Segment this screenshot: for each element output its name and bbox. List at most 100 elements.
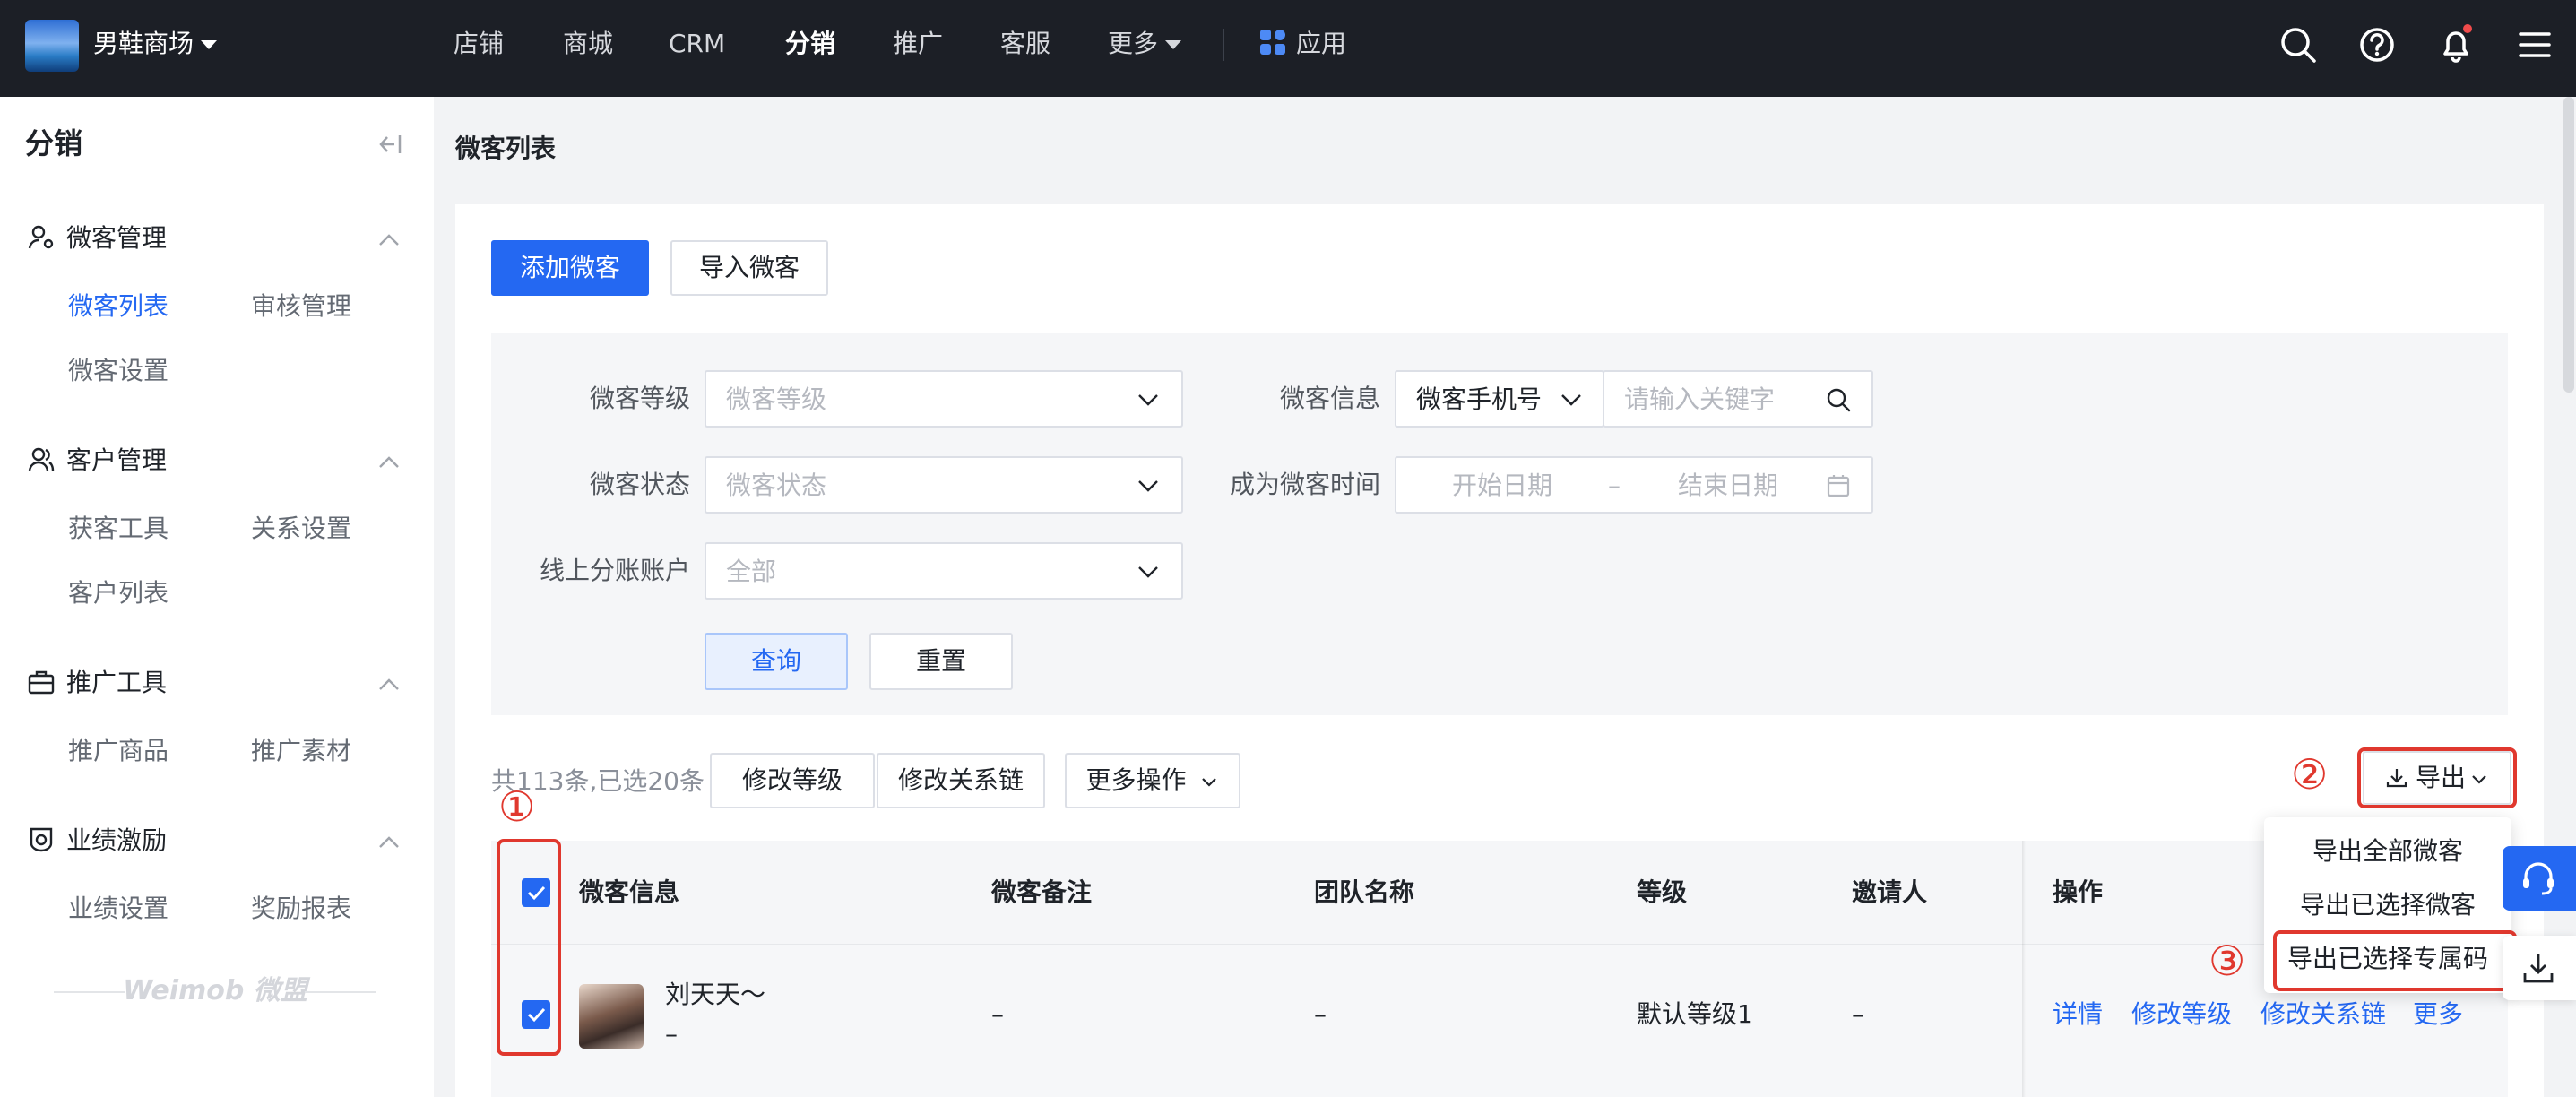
account-filter-label: 线上分账账户 (539, 556, 690, 585)
calendar-icon (1827, 475, 1850, 497)
caret-down-icon (201, 40, 218, 49)
nav-crm[interactable]: CRM (669, 26, 725, 62)
level-filter-label: 微客等级 (589, 384, 690, 413)
modify-chain-link[interactable]: 修改关系链 (2260, 997, 2386, 1032)
nav-mall[interactable]: 商城 (563, 26, 613, 62)
more-operations-button[interactable]: 更多操作 (1065, 753, 1240, 808)
level-select[interactable]: 微客等级 (705, 370, 1183, 428)
sidebar-group-weike[interactable]: 微客管理 (27, 220, 167, 256)
toolbox-icon (28, 670, 55, 695)
nav-more[interactable]: 更多 (1108, 26, 1182, 62)
table-row: 刘天天～ – – – 默认等级1 – 详情 修改等级 修改关系链 更多 (491, 945, 2508, 1097)
export-selected-option[interactable]: 导出已选择微客 (2264, 887, 2511, 923)
weike-name: 刘天天～ (665, 980, 766, 1009)
import-weike-button[interactable]: 导入微客 (670, 240, 828, 296)
sidebar-item-promo-goods[interactable]: 推广商品 (68, 733, 169, 769)
chevron-up-icon[interactable] (375, 828, 403, 857)
sidebar-group-label: 微客管理 (66, 223, 168, 253)
headset-icon (2523, 862, 2554, 895)
weike-remark: – (991, 999, 1004, 1029)
column-header-inviter: 邀请人 (1852, 877, 1928, 907)
inviter: – (1852, 999, 1864, 1029)
sidebar-title: 分销 (25, 126, 83, 160)
annotation-number-3: ③ (2209, 937, 2246, 985)
query-button[interactable]: 查询 (705, 633, 848, 690)
nav-apps[interactable]: 应用 (1258, 26, 1346, 62)
collapse-sidebar-icon[interactable] (376, 133, 403, 156)
nav-service[interactable]: 客服 (1000, 26, 1050, 62)
annotation-number-2: ② (2291, 750, 2329, 799)
sidebar-group-promo-tools[interactable]: 推广工具 (27, 665, 167, 701)
more-link[interactable]: 更多 (2413, 997, 2463, 1032)
search-icon[interactable] (2277, 23, 2320, 66)
sidebar-item-weike-list[interactable]: 微客列表 (68, 289, 169, 324)
shop-switcher[interactable]: 男鞋商场 (93, 26, 218, 62)
modify-chain-button[interactable]: 修改关系链 (877, 753, 1045, 808)
chevron-down-icon (1138, 394, 1158, 406)
sidebar-item-acquisition[interactable]: 获客工具 (68, 511, 169, 547)
help-icon[interactable] (2356, 23, 2399, 66)
export-all-option[interactable]: 导出全部微客 (2264, 834, 2511, 869)
column-header-info: 微客信息 (579, 877, 680, 907)
status-select-placeholder: 微客状态 (726, 471, 827, 500)
nav-promotion[interactable]: 推广 (893, 26, 943, 62)
bell-icon[interactable] (2434, 23, 2477, 66)
nav-divider (1223, 29, 1224, 61)
sidebar-item-weike-settings[interactable]: 微客设置 (68, 353, 169, 389)
chevron-down-icon (1138, 566, 1158, 578)
status-select[interactable]: 微客状态 (705, 456, 1183, 514)
page-scrollbar[interactable] (2563, 97, 2574, 393)
sidebar-group-label: 业绩激励 (66, 825, 168, 855)
top-navigation-bar: 男鞋商场 店铺 商城 CRM 分销 推广 客服 更多 应用 (0, 0, 2576, 97)
start-date-placeholder: 开始日期 (1452, 471, 1553, 500)
sidebar-group-label: 推广工具 (66, 668, 168, 697)
modify-level-button[interactable]: 修改等级 (710, 753, 875, 808)
column-header-team: 团队名称 (1314, 877, 1415, 907)
nav-distribution[interactable]: 分销 (785, 26, 835, 62)
fixed-column-shadow (2022, 841, 2026, 1097)
caret-down-icon (1165, 40, 1182, 49)
column-header-level: 等级 (1637, 877, 1688, 907)
weike-sub: – (665, 1019, 678, 1049)
more-operations-label: 更多操作 (1085, 765, 1187, 795)
info-type-select[interactable]: 微客手机号 (1395, 370, 1604, 428)
keyword-search-input[interactable]: 请输入关键字 (1603, 370, 1873, 428)
status-filter-label: 微客状态 (589, 470, 690, 499)
sidebar-group-customer[interactable]: 客户管理 (27, 443, 167, 479)
chevron-up-icon[interactable] (375, 448, 403, 477)
chevron-up-icon[interactable] (375, 226, 403, 255)
user-icon (28, 447, 55, 471)
search-icon[interactable] (1825, 386, 1852, 413)
notification-dot (2463, 24, 2472, 33)
reset-button[interactable]: 重置 (869, 633, 1013, 690)
avatar (579, 984, 644, 1049)
account-select-value: 全部 (726, 557, 777, 586)
chevron-up-icon[interactable] (375, 670, 403, 699)
end-date-placeholder: 结束日期 (1678, 471, 1779, 500)
shop-logo[interactable] (25, 20, 79, 72)
sidebar: 分销 微客管理 微客列表 审核管理 微客设置 客户管理 获客工具 关系设置 客户… (0, 97, 434, 1097)
download-center-button[interactable] (2503, 936, 2576, 1000)
nav-store[interactable]: 店铺 (454, 26, 504, 62)
sidebar-item-review[interactable]: 审核管理 (251, 289, 351, 324)
time-filter-label: 成为微客时间 (1229, 470, 1380, 499)
level-select-placeholder: 微客等级 (726, 384, 827, 414)
menu-icon[interactable] (2513, 23, 2556, 66)
nav-apps-label: 应用 (1296, 29, 1347, 58)
sidebar-item-reward-report[interactable]: 奖励报表 (251, 891, 351, 927)
date-range-picker[interactable]: 开始日期 – 结束日期 (1395, 456, 1873, 514)
sidebar-item-relations[interactable]: 关系设置 (251, 511, 351, 547)
detail-link[interactable]: 详情 (2053, 997, 2103, 1032)
medal-icon (30, 827, 53, 852)
weimob-brand-logo: Weimob 微盟 (54, 973, 376, 1009)
account-select[interactable]: 全部 (705, 542, 1183, 600)
sidebar-item-performance[interactable]: 业绩设置 (68, 891, 169, 927)
modify-level-link[interactable]: 修改等级 (2131, 997, 2232, 1032)
sidebar-item-customer-list[interactable]: 客户列表 (68, 575, 169, 611)
add-weike-button[interactable]: 添加微客 (491, 240, 649, 296)
table-header: 微客信息 微客备注 团队名称 等级 邀请人 操作 (491, 841, 2508, 945)
customer-service-button[interactable] (2503, 846, 2576, 911)
chevron-down-icon (1561, 394, 1581, 406)
sidebar-group-incentive[interactable]: 业绩激励 (27, 823, 167, 859)
sidebar-item-promo-materials[interactable]: 推广素材 (251, 733, 351, 769)
